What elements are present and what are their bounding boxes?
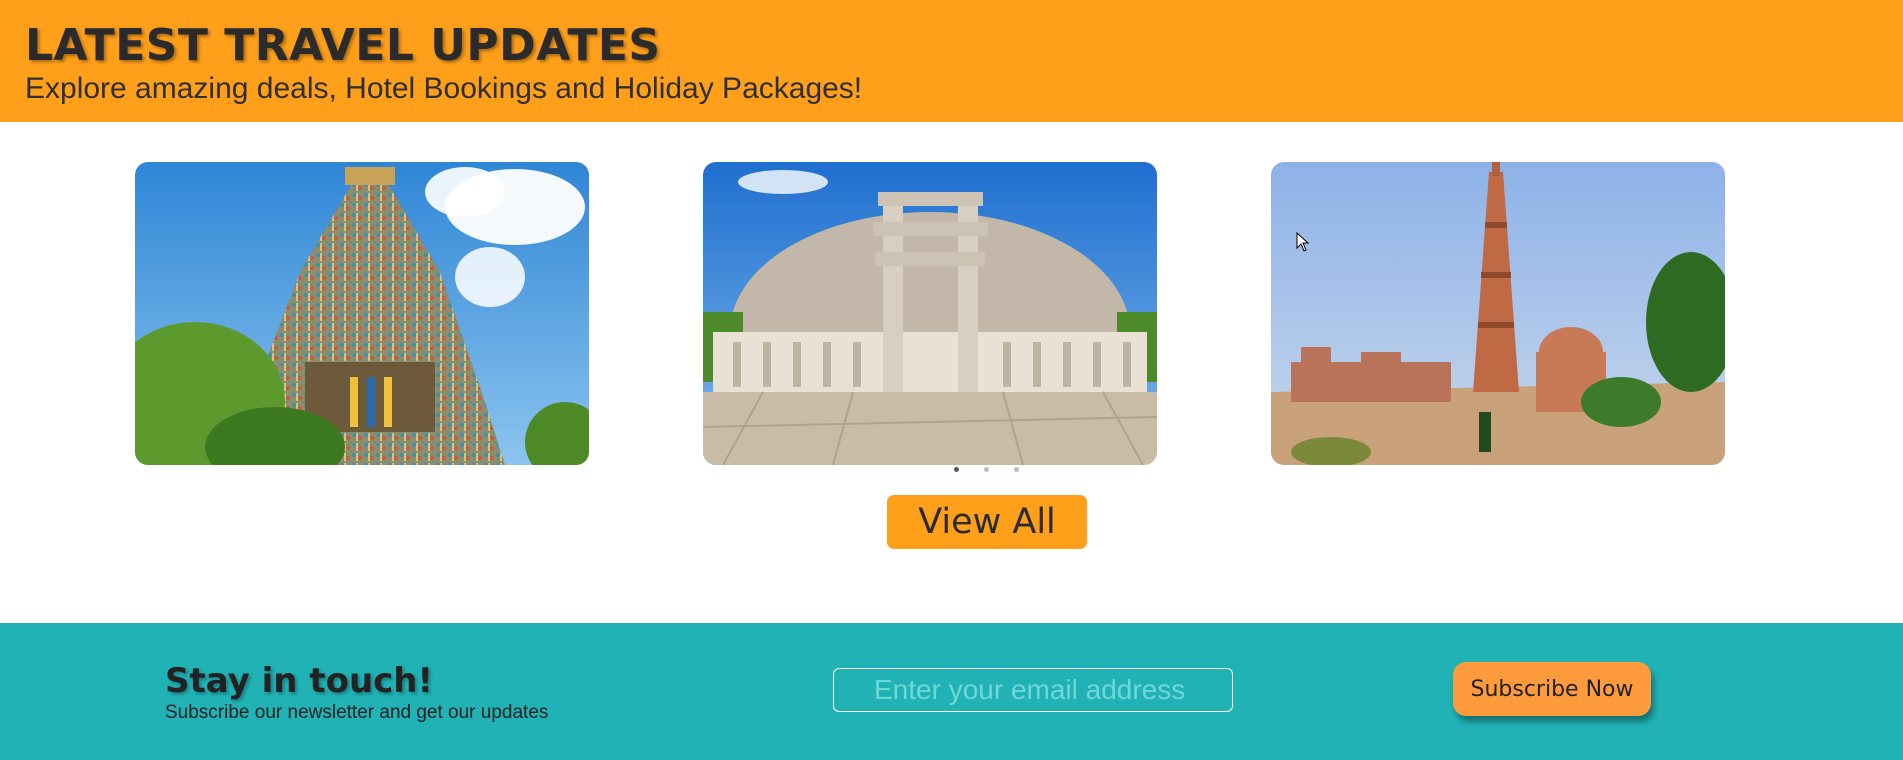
newsletter-section: Stay in touch! Subscribe our newsletter … [0, 623, 1903, 760]
page-subtitle: Explore amazing deals, Hotel Bookings an… [25, 72, 863, 105]
carousel-card-stupa[interactable] [703, 162, 1157, 465]
carousel-indicator-2[interactable] [984, 467, 989, 472]
temple-gopuram-photo [135, 162, 589, 465]
view-all-button[interactable]: View All [887, 495, 1087, 549]
carousel-indicator-3[interactable] [1014, 467, 1019, 472]
minar-tower-photo [1271, 162, 1725, 465]
stupa-gateway-photo [703, 162, 1157, 465]
page-title: LATEST TRAVEL UPDATES [25, 20, 661, 71]
carousel-card-temple[interactable] [135, 162, 589, 465]
page-header: LATEST TRAVEL UPDATES Explore amazing de… [0, 0, 1903, 122]
newsletter-title: Stay in touch! [165, 661, 434, 701]
email-input[interactable] [833, 668, 1233, 712]
carousel-indicator-1[interactable] [954, 467, 959, 472]
subscribe-button[interactable]: Subscribe Now [1453, 662, 1651, 716]
carousel-card-minar[interactable] [1271, 162, 1725, 465]
mouse-cursor-icon [1296, 232, 1310, 252]
newsletter-subtitle: Subscribe our newsletter and get our upd… [165, 702, 549, 723]
carousel-indicators [947, 466, 1022, 474]
